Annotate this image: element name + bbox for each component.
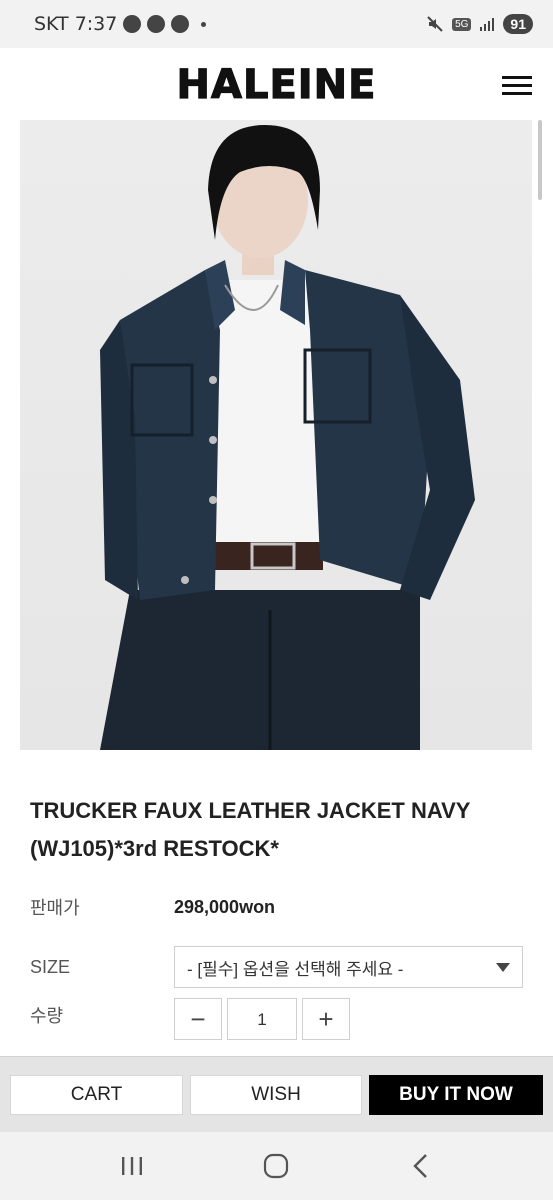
size-select[interactable]: - [필수] 옵션을 선택해 주세요 - [174,946,523,988]
price-label: 판매가 [30,898,80,918]
back-button[interactable] [401,1146,441,1186]
plus-icon: + [318,1003,334,1034]
signal-icon [480,18,495,31]
recent-apps-icon [122,1157,143,1175]
globe-icon [147,15,166,33]
recent-apps-button[interactable] [112,1146,152,1186]
wish-button[interactable]: WISH [190,1074,362,1115]
price-value: 298,000won [174,896,276,917]
status-left: SKT 7:37 [34,13,207,35]
site-header: HALEINE [0,48,553,120]
model-photo [100,125,475,750]
caret-down-icon [496,962,510,972]
quantity-decrease-button[interactable]: − [174,998,222,1040]
back-icon [413,1154,427,1178]
battery-indicator: 91 [503,14,533,34]
size-label: SIZE [30,956,71,977]
hamburger-menu-icon[interactable] [502,76,532,96]
price-row: 판매가 298,000won [30,894,523,920]
brand-logo[interactable]: HALEINE [0,61,553,108]
quantity-row: 수량 − 1 + [30,998,523,1040]
mute-icon [427,16,443,32]
cart-button[interactable]: CART [10,1074,183,1115]
buy-now-button[interactable]: BUY IT NOW [369,1074,543,1115]
home-button[interactable] [256,1146,296,1186]
cup-icon [171,15,190,33]
quantity-input[interactable]: 1 [227,998,297,1040]
product-title: TRUCKER FAUX LEATHER JACKET NAVY (WJ105)… [30,798,471,861]
more-notifications-icon [201,21,207,27]
scroll-indicator[interactable] [538,120,542,200]
quantity-stepper: − 1 + [174,998,350,1040]
minus-icon: − [190,1003,206,1034]
quantity-increase-button[interactable]: + [302,998,350,1040]
size-row: SIZE - [필수] 옵션을 선택해 주세요 - [30,946,523,988]
action-bar: CART WISH BUY IT NOW [0,1056,553,1132]
product-image[interactable] [20,120,532,750]
quantity-label: 수량 [30,1006,64,1026]
network-icon: 5G [452,17,472,31]
status-bar: SKT 7:37 5G 91 [0,0,553,48]
carrier-time: SKT 7:37 [34,13,118,35]
system-nav-bar [0,1132,553,1200]
status-right: 5G 91 [426,14,533,34]
size-select-value: - [필수] 옵션을 선택해 주세요 - [187,959,404,979]
talk-icon [123,15,142,33]
home-icon [264,1153,289,1179]
